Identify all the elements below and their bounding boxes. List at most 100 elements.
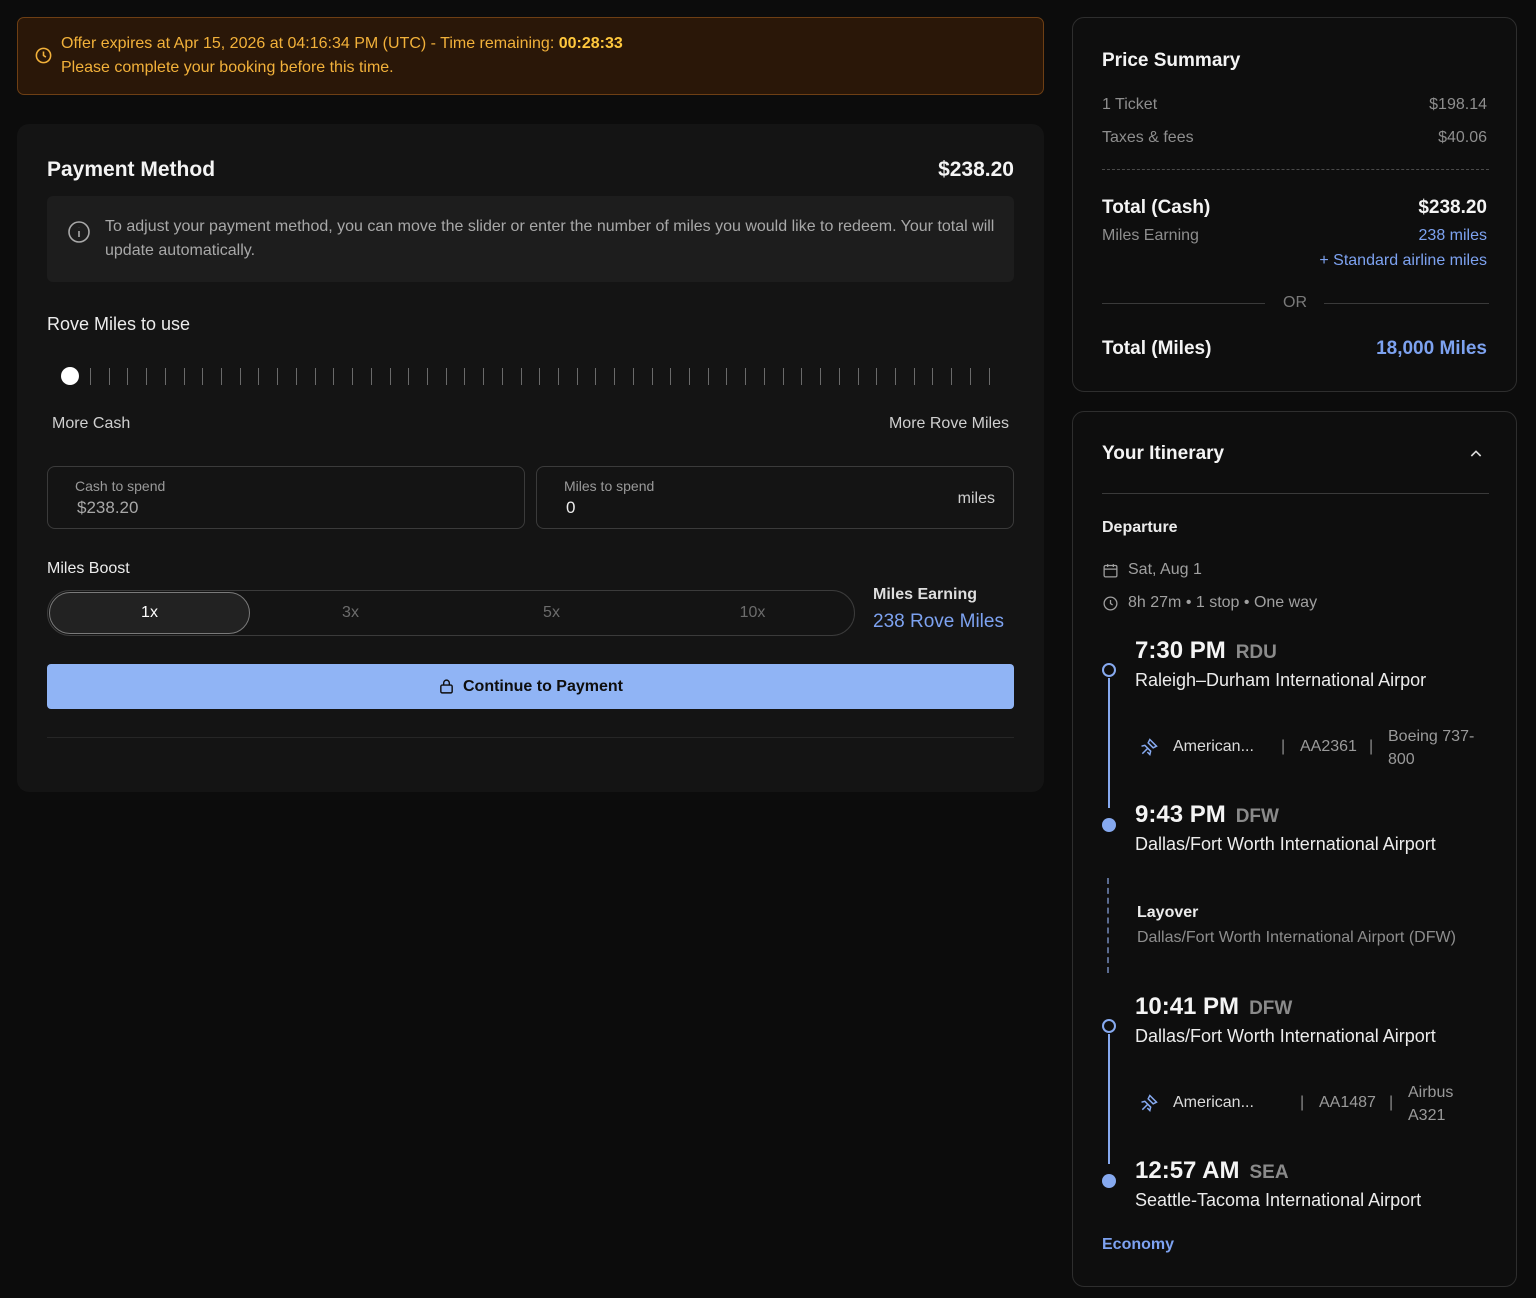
offer-expiry-text: Offer expires at Apr 15, 2026 at 04:16:3… [61,35,623,52]
slider-tick [333,368,335,385]
cash-to-spend-field[interactable]: Cash to spend $238.20 [47,466,525,529]
slider-tick [445,368,447,385]
miles-suffix: miles [957,490,995,507]
segment2-departure-code: DFW [1249,998,1293,1019]
miles-slider[interactable] [47,360,1014,392]
slider-tick [838,368,840,385]
slider-tick [539,368,541,385]
segment2-aircraft: Airbus A321 [1408,1084,1454,1124]
price-summary-card: Price Summary 1 Ticket $198.14 Taxes & f… [1072,17,1517,392]
chevron-up-icon[interactable] [1468,446,1484,462]
taxes-value: $40.06 [1438,129,1487,146]
boost-option-10x[interactable]: 10x [652,591,853,635]
slider-tick [464,368,466,385]
ticket-value: $198.14 [1429,96,1487,113]
slider-tick [108,368,110,385]
itinerary-divider [1102,493,1489,494]
payment-info-box: To adjust your payment method, you can m… [47,196,1014,282]
slider-handle[interactable] [61,367,79,385]
offer-expiry-banner: Offer expires at Apr 15, 2026 at 04:16:3… [17,17,1044,95]
miles-to-spend-value[interactable]: 0 [566,498,575,518]
segment2-departure-airport: Dallas/Fort Worth International Airport [1135,1026,1436,1046]
offer-instructions: Please complete your booking before this… [61,59,394,76]
slider-tick [745,368,747,385]
segment1-departure-time: 7:30 PM RDU [1135,637,1277,664]
slider-right-label: More Rove Miles [888,415,1009,432]
segment1-aircraft: Boeing 737-800 [1388,728,1475,768]
layover-dashed-line [1107,878,1109,973]
timeline-node-arrival [1102,818,1116,832]
taxes-label: Taxes & fees [1102,129,1194,146]
slider-tick [932,368,934,385]
slider-tick [202,368,204,385]
cash-to-spend-label: Cash to spend [75,478,166,494]
slider-tick [258,368,260,385]
cash-to-spend-value: $238.20 [77,498,139,517]
miles-earning-label: Miles Earning [873,586,978,603]
slider-tick [988,368,990,385]
or-divider-left [1102,303,1265,304]
ticket-label: 1 Ticket [1102,96,1158,113]
miles-to-spend-field[interactable]: Miles to spend 0 miles [536,466,1014,529]
airplane-icon [1141,1094,1158,1112]
slider-tick [389,368,391,385]
segment1-arrival-time: 9:43 PM DFW [1135,801,1279,828]
calendar-icon [1103,563,1118,578]
separator: | [1389,1094,1394,1111]
slider-tick [894,368,896,385]
segment2-flight-info: American... | AA1487 | Airbus A321 [1139,1078,1489,1130]
slider-tick [913,368,915,385]
slider-tick [127,368,129,385]
segment1-flight-info: American... | AA2361 | Boeing 737-800 [1139,722,1489,774]
segment1-departure-airport: Raleigh–Durham International Airpor [1135,670,1427,690]
slider-tick [164,368,166,385]
segment1-airline: American... [1173,738,1254,755]
trip-summary: 8h 27m • 1 stop • One way [1102,594,1317,612]
departure-date: Sat, Aug 1 [1102,561,1202,579]
slider-tick [876,368,878,385]
total-miles-label: Total (Miles) [1102,338,1212,359]
boost-option-5x[interactable]: 5x [451,591,652,635]
payment-method-title: Payment Method [47,158,216,181]
slider-tick [408,368,410,385]
miles-boost-label: Miles Boost [47,560,130,577]
slider-tick [277,368,279,385]
slider-left-label: More Cash [52,415,131,432]
slider-tick [239,368,241,385]
continue-to-payment-button[interactable]: Continue to Payment [47,664,1014,709]
slider-tick [801,368,803,385]
slider-tick [558,368,559,385]
segment1-departure-code: RDU [1235,642,1277,663]
ps-miles-earning-value: 238 miles [1418,227,1487,244]
boost-option-3x[interactable]: 3x [250,591,451,635]
timeline-node-departure [1102,1019,1116,1033]
slider-tick [576,368,578,385]
slider-tick [782,368,784,385]
miles-to-spend-label: Miles to spend [564,478,655,494]
ps-miles-earning-label: Miles Earning [1102,227,1199,244]
or-divider-right [1324,303,1489,304]
slider-tick [295,368,297,385]
segment1-arrival-code: DFW [1235,806,1279,827]
segment1-flight-number: AA2361 [1300,738,1357,755]
slider-tick [520,368,522,385]
segment2-arrival-time: 12:57 AM SEA [1135,1157,1289,1184]
slider-tick [763,368,765,385]
timeline-line [1108,1034,1110,1164]
clock-icon [35,47,52,64]
total-cash-value: $238.20 [1418,197,1487,218]
standard-airline-miles: + Standard airline miles [1319,252,1487,269]
slider-tick [146,368,148,385]
slider-tick [632,368,634,385]
slider-tick [969,368,971,385]
miles-boost-selector: 1x 3x 5x 10x [47,590,855,636]
slider-tick [90,368,91,385]
boost-option-1x[interactable]: 1x [49,592,250,634]
total-cash-label: Total (Cash) [1102,197,1211,218]
segment1-arrival-airport: Dallas/Fort Worth International Airport [1135,834,1436,854]
departure-heading: Departure [1102,519,1178,536]
summary-text: 8h 27m • 1 stop • One way [1128,594,1318,611]
slider-tick [820,368,822,385]
cabin-class: Economy [1102,1236,1175,1253]
airplane-icon [1141,738,1158,756]
